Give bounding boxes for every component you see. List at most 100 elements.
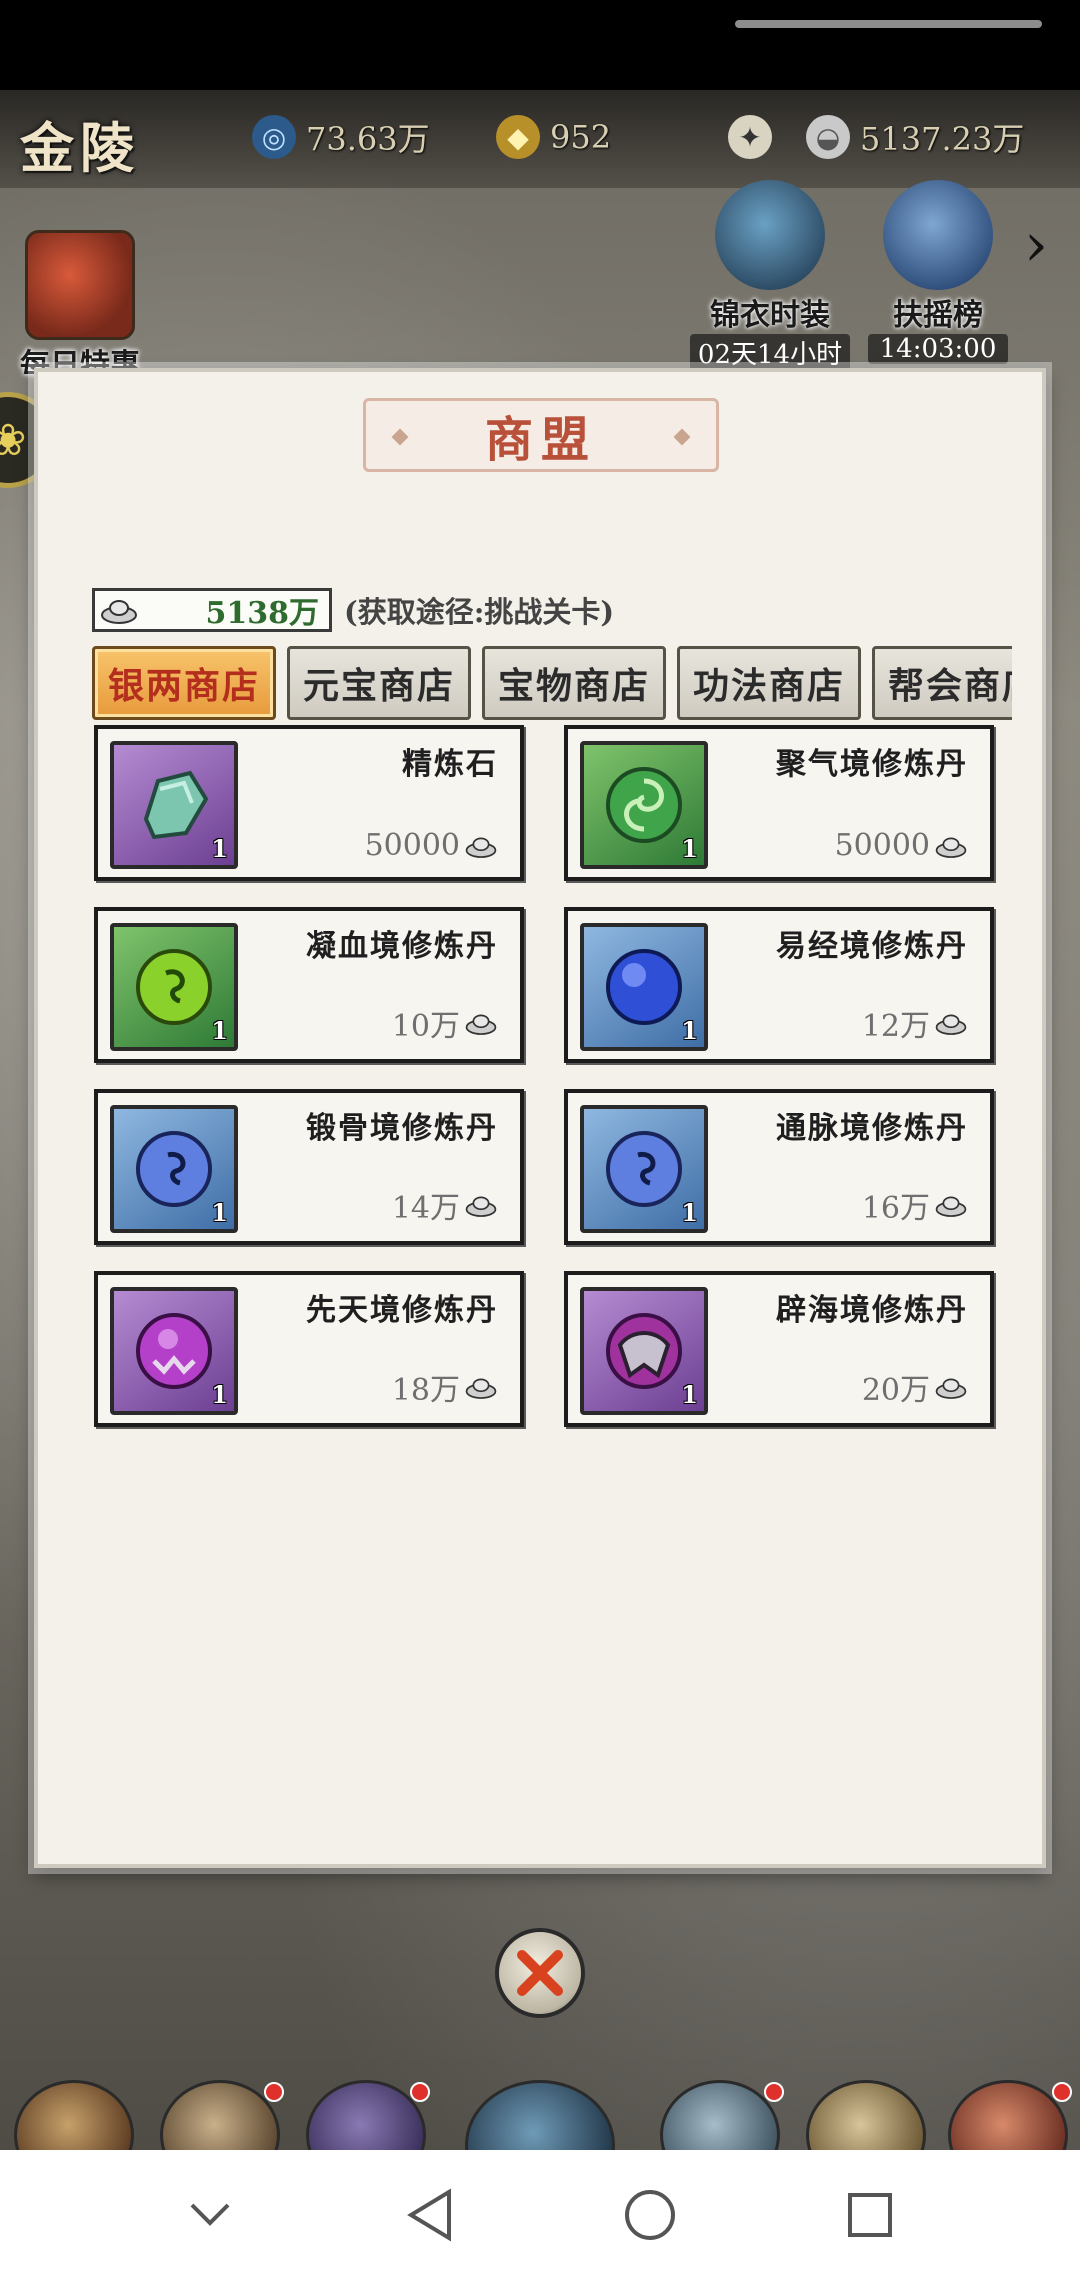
item-icon-frame: 1 bbox=[580, 1105, 708, 1233]
currency-source-hint: (获取途径:挑战关卡) bbox=[344, 595, 615, 629]
silver-ingot-icon bbox=[935, 1014, 967, 1035]
nav-jinling[interactable]: 金陵 bbox=[4, 2080, 144, 2150]
item-price-value: 12万 bbox=[861, 1009, 930, 1044]
game-background: 金陵 ◎ 73.63万 ◆ 952 ✦ ◒ 5137.23万 锦衣时装 02天1… bbox=[0, 90, 1080, 2150]
notification-dot bbox=[1052, 2082, 1072, 2102]
diamond-ornament-icon bbox=[673, 428, 691, 446]
notification-dot bbox=[264, 2082, 284, 2102]
shop-item-card[interactable]: 1 凝血境修炼丹 10万 bbox=[94, 907, 524, 1063]
home-circle-icon[interactable] bbox=[610, 2175, 690, 2255]
item-icon-frame: 1 bbox=[110, 741, 238, 869]
item-icon-frame: 1 bbox=[580, 1287, 708, 1415]
nav-explore[interactable]: 探索 bbox=[460, 2080, 620, 2150]
compass-icon: ✦ bbox=[728, 115, 772, 159]
silver-ingot-icon bbox=[465, 1014, 497, 1035]
item-price-value: 50000 bbox=[364, 828, 460, 863]
recents-square-icon[interactable] bbox=[830, 2175, 910, 2255]
mansion-icon bbox=[160, 2080, 280, 2150]
city-name[interactable]: 金陵 bbox=[20, 104, 140, 183]
tab-silver-shop[interactable]: 银两商店 bbox=[92, 646, 276, 720]
shop-item-card[interactable]: 1 通脉境修炼丹 16万 bbox=[564, 1089, 994, 1245]
close-button[interactable] bbox=[495, 1928, 585, 2018]
silver-ingot-icon: ◒ bbox=[806, 115, 850, 159]
chevron-right-icon[interactable]: › bbox=[1024, 210, 1048, 280]
blue-orb-icon bbox=[606, 949, 682, 1025]
purple-crest-orb-icon bbox=[606, 1313, 682, 1389]
shop-item-card[interactable]: 1 锻骨境修炼丹 14万 bbox=[94, 1089, 524, 1245]
resource-silver[interactable]: ◒ 5137.23万 bbox=[806, 112, 1024, 162]
item-name: 通脉境修炼丹 bbox=[776, 1111, 968, 1146]
nav-dispatch[interactable]: 派遣 bbox=[296, 2080, 436, 2150]
event-ranking[interactable]: 扶摇榜 14:03:00 bbox=[868, 180, 1008, 364]
item-name: 精炼石 bbox=[402, 747, 498, 782]
mountain-icon bbox=[660, 2080, 780, 2150]
silver-ingot-icon bbox=[465, 1196, 497, 1217]
tab-treasure-shop[interactable]: 宝物商店 bbox=[482, 646, 666, 720]
item-price: 50000 bbox=[835, 828, 968, 863]
nav-guild[interactable]: 帮派 bbox=[796, 2080, 936, 2150]
tab-yuanbao-shop[interactable]: 元宝商店 bbox=[287, 646, 471, 720]
shop-item-card[interactable]: 1 精炼石 50000 bbox=[94, 725, 524, 881]
silver-ingot-icon bbox=[465, 1378, 497, 1399]
tab-guild-shop[interactable]: 帮会商店 bbox=[872, 646, 1012, 720]
blue-swirl-orb-icon bbox=[606, 1131, 682, 1207]
swirl-pill-icon bbox=[606, 767, 682, 843]
dialog-title-plate: 商盟 bbox=[363, 398, 719, 472]
shop-item-card[interactable]: 1 易经境修炼丹 12万 bbox=[564, 907, 994, 1063]
silver-ingot-icon bbox=[935, 837, 967, 858]
shop-item-card[interactable]: 1 辟海境修炼丹 20万 bbox=[564, 1271, 994, 1427]
item-icon-frame: 1 bbox=[110, 923, 238, 1051]
silver-ingot-icon bbox=[935, 1196, 967, 1217]
item-name: 易经境修炼丹 bbox=[776, 929, 968, 964]
event-label: 锦衣时装 bbox=[710, 298, 830, 333]
nav-welfare[interactable]: 福利 bbox=[938, 2080, 1078, 2150]
item-price: 10万 bbox=[392, 1001, 498, 1045]
item-price-value: 20万 bbox=[861, 1373, 930, 1408]
item-price-value: 50000 bbox=[834, 828, 930, 863]
item-price-value: 16万 bbox=[861, 1191, 930, 1226]
resource-gold[interactable]: ◆ 952 bbox=[496, 112, 611, 162]
system-nav-bar bbox=[0, 2150, 1080, 2280]
chevron-down-icon[interactable] bbox=[170, 2175, 250, 2255]
item-icon-frame: 1 bbox=[110, 1287, 238, 1415]
item-price: 18万 bbox=[392, 1365, 498, 1409]
close-icon bbox=[517, 1950, 563, 1996]
event-label: 扶摇榜 bbox=[893, 298, 983, 333]
resource-value: 5137.23万 bbox=[860, 120, 1025, 158]
shop-dialog: 商盟 5138万 (获取途径:挑战关卡) 银两商店 元宝商店 宝物商店 功法商店… bbox=[34, 368, 1046, 1868]
status-bar bbox=[0, 0, 1080, 90]
purple-orb-icon bbox=[136, 1313, 212, 1389]
resource-compass[interactable]: ✦ bbox=[728, 112, 772, 162]
shop-tabs: 银两商店 元宝商店 宝物商店 功法商店 帮会商店 bbox=[92, 646, 1012, 722]
silver-ingot-icon bbox=[465, 837, 497, 858]
item-name: 锻骨境修炼丹 bbox=[306, 1111, 498, 1146]
shop-item-card[interactable]: 1 先天境修炼丹 18万 bbox=[94, 1271, 524, 1427]
blue-swirl-orb-icon bbox=[136, 1131, 212, 1207]
nav-tour[interactable]: 巡游 bbox=[650, 2080, 790, 2150]
gold-ingot-icon: ◆ bbox=[496, 115, 540, 159]
guild-banner-icon bbox=[806, 2080, 926, 2150]
back-triangle-icon[interactable] bbox=[390, 2175, 470, 2255]
scroll-icon bbox=[883, 180, 993, 290]
item-quantity: 1 bbox=[211, 834, 228, 863]
item-quantity: 1 bbox=[211, 1380, 228, 1409]
item-price: 14万 bbox=[392, 1183, 498, 1227]
item-quantity: 1 bbox=[681, 1016, 698, 1045]
currency-display: 5138万 (获取途径:挑战关卡) bbox=[92, 588, 614, 632]
event-fashion[interactable]: 锦衣时装 02天14小时 bbox=[690, 180, 850, 371]
item-quantity: 1 bbox=[681, 1198, 698, 1227]
tab-skill-shop[interactable]: 功法商店 bbox=[677, 646, 861, 720]
event-timer: 14:03:00 bbox=[868, 334, 1008, 364]
nav-residence[interactable]: 府邸 bbox=[150, 2080, 290, 2150]
item-price-value: 14万 bbox=[391, 1191, 460, 1226]
silver-balance-value: 5138万 bbox=[205, 596, 320, 631]
item-price: 20万 bbox=[862, 1365, 968, 1409]
silver-ingot-icon bbox=[935, 1378, 967, 1399]
shop-item-card[interactable]: 1 聚气境修炼丹 50000 bbox=[564, 725, 994, 881]
silver-ingot-icon bbox=[101, 600, 137, 624]
resource-spirit[interactable]: ◎ 73.63万 bbox=[252, 112, 430, 162]
daily-deal[interactable]: 每日特惠 bbox=[10, 230, 150, 384]
gesture-pill bbox=[735, 20, 1042, 28]
pagoda-icon bbox=[14, 2080, 134, 2150]
item-quantity: 1 bbox=[681, 834, 698, 863]
